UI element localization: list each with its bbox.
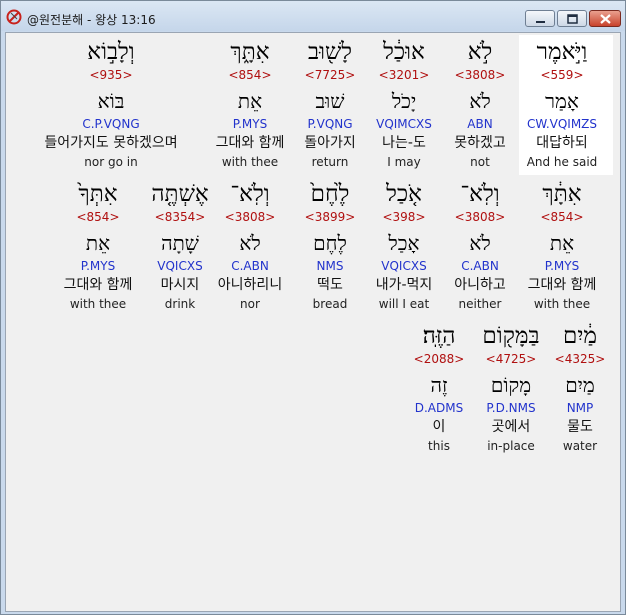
english-gloss: this	[428, 439, 450, 453]
parsing-code: D.ADMS	[414, 401, 464, 415]
strong-number: <3899>	[304, 210, 356, 224]
parsing-code: P.MYS	[544, 259, 580, 273]
korean-gloss: 마시지	[160, 277, 200, 293]
english-gloss: with thee	[221, 155, 279, 169]
parsing-code: NMS	[316, 259, 344, 273]
english-gloss: with thee	[69, 297, 127, 311]
lemma-word: זֶה	[430, 373, 448, 397]
korean-gloss: 그대와 함께	[63, 277, 133, 293]
word-column[interactable]: אִתְּךָ֙ <854> אֵת P.MYS 그대와 함께 with thee	[51, 179, 145, 317]
korean-gloss: 돌아가지	[304, 135, 356, 151]
parsing-code: C.P.VQNG	[82, 117, 140, 131]
app-icon	[6, 9, 22, 25]
lemma-word: בּוֹא	[97, 89, 125, 113]
english-gloss: with thee	[533, 297, 591, 311]
hebrew-word: לֶ֙חֶם֙	[310, 181, 350, 207]
parsing-code: VQICXS	[157, 259, 203, 273]
word-column[interactable]: אִתָּ֑ךְ <854> אֵת P.MYS 그대와 함께 with thee	[203, 37, 297, 175]
strong-number: <7725>	[304, 68, 356, 82]
hebrew-word: אִתָּ֑ךְ	[230, 39, 270, 65]
lemma-word: אֵת	[549, 231, 575, 255]
korean-gloss: 그대와 함께	[215, 135, 285, 151]
parsing-code: P.MYS	[232, 117, 268, 131]
app-window: @원전분해 - 왕상 13:16 וַיֹּ֣אמֶר <559> אָמַר CW.…	[0, 0, 626, 615]
verse-analysis-panel: וַיֹּ֣אמֶר <559> אָמַר CW.VQIMZS 대답하되 And he …	[5, 32, 621, 612]
english-gloss: bread	[312, 297, 348, 311]
title-bar[interactable]: @원전분해 - 왕상 13:16	[1, 1, 625, 31]
hebrew-word: אִתָּ֔ךְ	[542, 181, 582, 207]
window-title: @원전분해 - 왕상 13:16	[27, 13, 156, 27]
english-gloss: return	[311, 155, 349, 169]
strong-number: <854>	[76, 210, 120, 224]
strong-number: <854>	[540, 210, 584, 224]
parsing-code: P.MYS	[80, 259, 116, 273]
english-gloss: nor go in	[84, 155, 138, 169]
strong-number: <8354>	[154, 210, 206, 224]
maximize-button[interactable]	[557, 10, 587, 27]
korean-gloss: 들어가지도 못하겠으며	[44, 135, 178, 151]
hebrew-word: וְלָב֣וֹא	[87, 39, 135, 65]
close-button[interactable]	[589, 10, 621, 27]
lemma-word: לֶחֶם	[313, 231, 347, 255]
korean-gloss: 그대와 함께	[527, 277, 597, 293]
word-column[interactable]: אִתָּ֔ךְ <854> אֵת P.MYS 그대와 함께 with thee	[515, 179, 609, 317]
hebrew-word: וַיֹּ֣אמֶר	[536, 39, 588, 65]
korean-gloss: 떡도	[317, 277, 343, 293]
word-column[interactable]: אֶשְׁתֶּ֤ה <8354> שָׁתָה VQICXS 마시지 drink	[133, 179, 227, 317]
minimize-button[interactable]	[525, 10, 555, 27]
close-icon	[600, 14, 611, 24]
korean-gloss: 이	[432, 419, 446, 435]
lemma-word: שָׁתָה	[161, 231, 199, 255]
minimize-icon	[536, 21, 545, 23]
word-column[interactable]: לָשׁ֖וּב <7725> שׁוּב P.VQNG 돌아가지 return	[283, 37, 377, 175]
hebrew-word: לָשׁ֖וּב	[307, 39, 352, 65]
strong-number: <2088>	[413, 352, 465, 366]
korean-gloss: 대답하되	[536, 135, 588, 151]
lemma-word: אָמַר	[545, 89, 579, 113]
word-column[interactable]: הַזֶּֽה׃ <2088> זֶה D.ADMS 이 this	[392, 321, 486, 459]
word-column[interactable]: וְלָב֣וֹא <935> בּוֹא C.P.VQNG 들어가지도 못하겠으며 no…	[26, 37, 196, 175]
english-gloss: drink	[164, 297, 196, 311]
word-column[interactable]: לֶ֙חֶם֙ <3899> לֶחֶם NMS 떡도 bread	[283, 179, 377, 317]
lemma-word: אֵת	[237, 89, 263, 113]
hebrew-word: אִתְּךָ֙	[78, 181, 118, 207]
strong-number: <854>	[228, 68, 272, 82]
lemma-word: אֵת	[85, 231, 111, 255]
parsing-code: CW.VQIMZS	[526, 117, 598, 131]
hebrew-word: אֶשְׁתֶּ֤ה	[151, 181, 209, 207]
strong-number: <935>	[89, 68, 133, 82]
parsing-code: P.VQNG	[307, 117, 353, 131]
lemma-word: שׁוּב	[315, 89, 345, 113]
maximize-icon	[567, 14, 578, 24]
hebrew-word: הַזֶּֽה׃	[422, 323, 456, 349]
strong-number: <559>	[540, 68, 584, 82]
english-gloss: And he said	[526, 155, 598, 169]
word-column[interactable]: וַיֹּ֣אמֶר <559> אָמַר CW.VQIMZS 대답하되 And he …	[515, 37, 609, 175]
